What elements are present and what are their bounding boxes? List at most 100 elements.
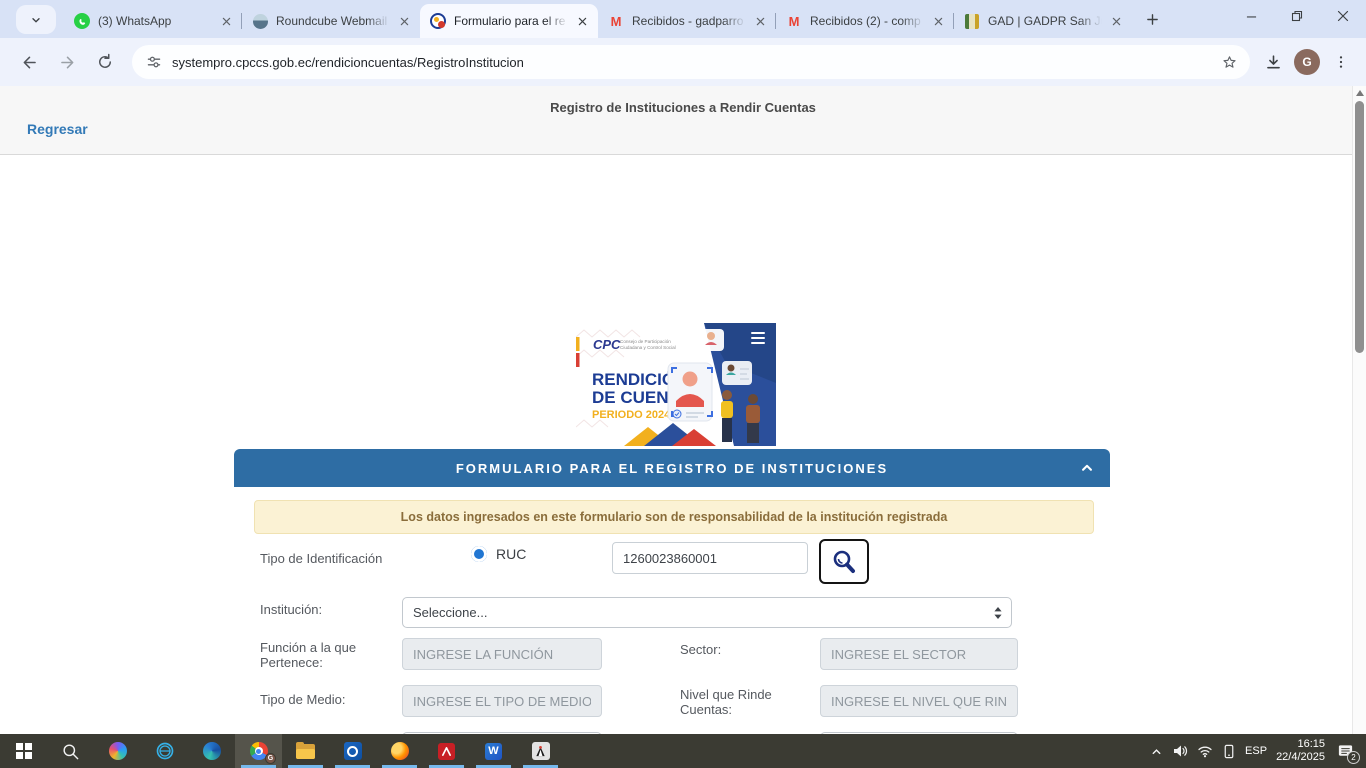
system-tray: ESP 16:15 22/4/2025 2 xyxy=(1150,738,1366,764)
tab-whatsapp[interactable]: (3) WhatsApp xyxy=(64,4,242,38)
page-body: CPC Consejo de Participación Ciudadana y… xyxy=(0,156,1366,734)
ruc-input[interactable] xyxy=(612,542,808,574)
firefox-button[interactable] xyxy=(376,734,423,768)
browser-tabstrip: (3) WhatsApp Roundcube Webmail Formulari… xyxy=(0,0,1366,38)
tipo-medio-input xyxy=(402,685,602,717)
url-text[interactable]: systempro.cpccs.gob.ec/rendicioncuentas/… xyxy=(172,55,1214,70)
institucion-label: Institución: xyxy=(260,602,322,617)
back-button[interactable] xyxy=(13,46,45,78)
outlook-button[interactable] xyxy=(329,734,376,768)
nivel-label: Nivel que Rinde Cuentas: xyxy=(680,687,772,717)
tab-title: (3) WhatsApp xyxy=(98,14,212,28)
acrobat-icon xyxy=(438,743,455,760)
funcion-input xyxy=(402,638,602,670)
ruc-radio[interactable] xyxy=(471,546,487,562)
scrollbar-up-arrow[interactable] xyxy=(1356,90,1364,96)
edge-button[interactable] xyxy=(188,734,235,768)
svg-text:Ciudadana y Control Social: Ciudadana y Control Social xyxy=(620,345,676,350)
form-header[interactable]: FORMULARIO PARA EL REGISTRO DE INSTITUCI… xyxy=(234,449,1110,487)
gmail-icon: M xyxy=(786,13,802,29)
windows-logo-icon xyxy=(16,743,32,759)
gad-site-icon xyxy=(964,13,980,29)
whatsapp-icon xyxy=(74,13,90,29)
clock[interactable]: 16:15 22/4/2025 xyxy=(1276,738,1325,764)
chrome-button[interactable]: G xyxy=(235,734,282,768)
volume-icon[interactable] xyxy=(1172,743,1188,759)
tab-close-icon[interactable] xyxy=(574,13,590,29)
regresar-link[interactable]: Regresar xyxy=(27,121,88,137)
profile-avatar[interactable]: G xyxy=(1294,49,1320,75)
tab-gmail-2[interactable]: M Recibidos (2) - comp xyxy=(776,4,954,38)
tab-gad[interactable]: GAD | GADPR San Ju xyxy=(954,4,1132,38)
form-title: FORMULARIO PARA EL REGISTRO DE INSTITUCI… xyxy=(456,461,888,476)
close-icon xyxy=(1337,10,1349,22)
acrobat-button[interactable] xyxy=(423,734,470,768)
internet-explorer-icon xyxy=(155,741,175,761)
tab-title: Formulario para el re xyxy=(454,14,568,28)
start-button[interactable] xyxy=(0,734,47,768)
tab-close-icon[interactable] xyxy=(218,13,234,29)
tab-close-icon[interactable] xyxy=(930,13,946,29)
minimize-icon xyxy=(1246,11,1257,22)
windows-taskbar: G W ESP 16:15 22/4/2025 xyxy=(0,734,1366,768)
device-icon[interactable] xyxy=(1222,744,1236,759)
tab-close-icon[interactable] xyxy=(396,13,412,29)
institucion-select[interactable]: Seleccione... xyxy=(402,597,1012,628)
tab-close-icon[interactable] xyxy=(752,13,768,29)
browser-menu-button[interactable] xyxy=(1326,47,1356,77)
page-scrollbar[interactable] xyxy=(1352,86,1366,734)
java-duke-icon xyxy=(532,742,550,760)
internet-explorer-button[interactable] xyxy=(141,734,188,768)
ruc-radio-label[interactable]: RUC xyxy=(496,546,526,562)
address-bar[interactable]: systempro.cpccs.gob.ec/rendicioncuentas/… xyxy=(132,45,1250,79)
scrollbar-thumb[interactable] xyxy=(1355,101,1364,353)
magnifier-icon xyxy=(830,548,858,576)
browser-toolbar: systempro.cpccs.gob.ec/rendicioncuentas/… xyxy=(0,38,1366,86)
page-header: Registro de Instituciones a Rendir Cuent… xyxy=(0,86,1366,155)
close-window-button[interactable] xyxy=(1320,0,1366,32)
language-indicator[interactable]: ESP xyxy=(1245,745,1267,757)
wifi-icon[interactable] xyxy=(1197,743,1213,759)
new-tab-button[interactable] xyxy=(1138,5,1166,33)
search-ruc-button[interactable] xyxy=(819,539,869,584)
tray-chevron-up-icon[interactable] xyxy=(1150,745,1163,758)
tab-close-icon[interactable] xyxy=(1108,13,1124,29)
sector-label: Sector: xyxy=(680,642,721,657)
site-settings-icon[interactable] xyxy=(146,54,162,70)
funcion-label: Función a la que Pertenece: xyxy=(260,640,356,670)
taskbar-search-button[interactable] xyxy=(47,734,94,768)
reload-button[interactable] xyxy=(89,46,121,78)
gmail-icon: M xyxy=(608,13,624,29)
tipo-medio-label: Tipo de Medio: xyxy=(260,692,346,707)
file-explorer-button[interactable] xyxy=(282,734,329,768)
banner-title-line3: PERIODO 2024 xyxy=(592,409,671,421)
forward-button[interactable] xyxy=(51,46,83,78)
minimize-button[interactable] xyxy=(1228,0,1274,32)
collapse-panel-button[interactable] xyxy=(1078,459,1096,477)
downloads-button[interactable] xyxy=(1258,47,1288,77)
tab-search-button[interactable] xyxy=(16,5,56,34)
java-app-button[interactable] xyxy=(517,734,564,768)
tab-gmail-1[interactable]: M Recibidos - gadparro xyxy=(598,4,776,38)
kebab-menu-icon xyxy=(1333,54,1349,70)
tab-formulario-active[interactable]: Formulario para el re xyxy=(420,4,598,38)
forward-icon xyxy=(58,53,77,72)
search-icon xyxy=(61,742,80,761)
download-icon xyxy=(1264,53,1283,72)
copilot-button[interactable] xyxy=(94,734,141,768)
notification-count-badge: 2 xyxy=(1347,751,1360,764)
plus-icon xyxy=(1146,13,1159,26)
bookmark-button[interactable] xyxy=(1214,47,1244,77)
word-icon: W xyxy=(485,743,502,760)
restore-button[interactable] xyxy=(1274,0,1320,32)
page-title: Registro de Instituciones a Rendir Cuent… xyxy=(0,86,1366,115)
date: 22/4/2025 xyxy=(1276,751,1325,764)
word-button[interactable]: W xyxy=(470,734,517,768)
time: 16:15 xyxy=(1276,738,1325,751)
edge-icon xyxy=(203,742,221,760)
reload-icon xyxy=(96,53,114,71)
tab-roundcube[interactable]: Roundcube Webmail xyxy=(242,4,420,38)
cpccs-favicon xyxy=(430,13,446,29)
responsibility-notice: Los datos ingresados en este formulario … xyxy=(254,500,1094,534)
notification-center-button[interactable]: 2 xyxy=(1334,740,1356,762)
